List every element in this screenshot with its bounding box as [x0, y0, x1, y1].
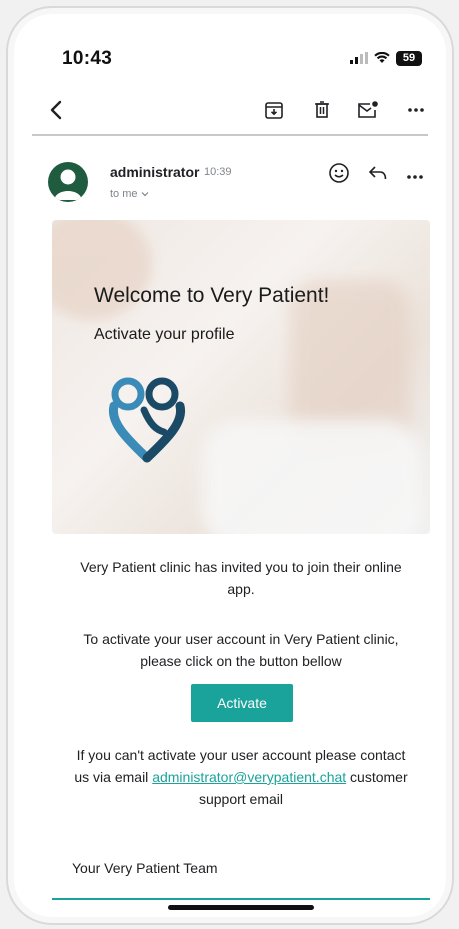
phone-frame: 10:43 59 administrator 10:39 to me Welco…: [6, 6, 454, 925]
hero-title: Welcome to Very Patient!: [94, 284, 330, 307]
mark-unread-button[interactable]: [354, 96, 382, 124]
battery-icon: 59: [396, 50, 422, 66]
recipient-label: to me: [110, 188, 138, 200]
recipient-toggle[interactable]: to me: [110, 188, 149, 200]
chevron-left-icon: [50, 100, 62, 120]
home-indicator[interactable]: [168, 905, 314, 910]
sender-name[interactable]: administrator: [110, 164, 199, 180]
more-horizontal-icon: [408, 108, 424, 112]
signature: Your Very Patient Team: [72, 860, 218, 876]
hero-subtitle: Activate your profile: [94, 326, 235, 343]
signal-icon: [350, 52, 368, 64]
instruction-text: To activate your user account in Very Pa…: [83, 631, 399, 669]
mail-unread-icon: [358, 101, 378, 118]
person-icon: [54, 169, 82, 200]
delete-button[interactable]: [308, 96, 336, 124]
react-button[interactable]: [328, 162, 350, 189]
avatar[interactable]: [48, 162, 88, 202]
smiley-icon: [329, 163, 349, 183]
message-actions: [328, 162, 424, 189]
support-email-link[interactable]: administrator@verypatient.chat: [152, 769, 346, 785]
archive-button[interactable]: [260, 96, 288, 124]
reply-icon: [368, 166, 387, 180]
reply-button[interactable]: [368, 165, 388, 186]
chevron-down-icon: [141, 192, 149, 197]
invite-text: Very Patient clinic has invited you to j…: [80, 559, 402, 597]
activate-button[interactable]: Activate: [191, 684, 293, 722]
hero-background-shape: [202, 420, 422, 534]
back-button[interactable]: [42, 96, 70, 124]
message-time: 10:39: [204, 166, 232, 178]
status-icons: 59: [350, 48, 422, 68]
status-bar: 10:43 59: [8, 8, 452, 78]
very-patient-logo-icon: [108, 377, 186, 463]
wifi-icon: [374, 52, 390, 63]
message-header: administrator 10:39 to me: [44, 158, 428, 218]
mail-toolbar: [32, 88, 428, 136]
status-time: 10:43: [62, 48, 113, 69]
archive-icon: [265, 102, 283, 119]
trash-icon: [315, 101, 329, 118]
more-button[interactable]: [402, 96, 430, 124]
footer-divider: [52, 898, 430, 900]
hero-banner: Welcome to Very Patient! Activate your p…: [52, 220, 430, 534]
fallback-text: If you can't activate your user account …: [68, 744, 414, 810]
more-horizontal-icon: [407, 174, 423, 179]
message-more-button[interactable]: [406, 167, 424, 185]
